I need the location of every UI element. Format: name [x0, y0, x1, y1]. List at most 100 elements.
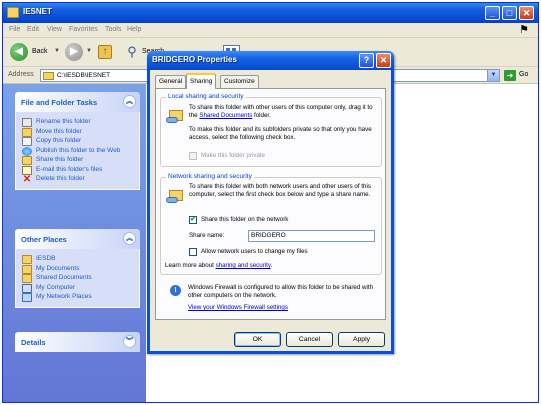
- back-button-label[interactable]: Back: [32, 48, 48, 55]
- tab-general[interactable]: General: [155, 75, 187, 88]
- dialog-title-bar[interactable]: BRIDGERO Properties ? ✕: [147, 51, 394, 70]
- shared-documents-link[interactable]: Shared Documents: [199, 112, 252, 119]
- folder-icon: [43, 72, 54, 80]
- details-panel: Details ︾: [15, 332, 140, 352]
- forward-history-dropdown-icon[interactable]: ▼: [86, 48, 92, 54]
- collapse-chevron-icon[interactable]: ︽: [123, 95, 136, 108]
- tab-customize[interactable]: Customize: [220, 75, 259, 88]
- file-folder-tasks-panel: File and Folder Tasks ︽ Rename this fold…: [15, 92, 140, 190]
- ok-button[interactable]: OK: [234, 332, 281, 347]
- menu-file[interactable]: File: [9, 26, 20, 33]
- panel-header[interactable]: File and Folder Tasks ︽: [15, 92, 140, 112]
- back-history-dropdown-icon[interactable]: ▼: [54, 48, 60, 54]
- local-sharing-group: Local sharing and security To share this…: [160, 93, 382, 167]
- text-part: .: [270, 262, 273, 269]
- allow-change-label: Allow network users to change my files: [201, 248, 308, 255]
- address-label: Address: [8, 71, 34, 78]
- panel-header[interactable]: Other Places ︽: [15, 229, 140, 249]
- apply-button[interactable]: Apply: [338, 332, 385, 347]
- sharing-security-link[interactable]: sharing and security: [216, 262, 271, 269]
- private-folder-text: To make this folder and its subfolders p…: [189, 126, 372, 141]
- place-my-computer[interactable]: My Computer: [22, 283, 133, 293]
- group-title: Network sharing and security: [166, 173, 254, 180]
- text-part: Learn more about: [165, 262, 216, 269]
- rename-icon: [22, 118, 32, 127]
- place-label: My Network Places: [36, 293, 92, 300]
- place-shared-documents[interactable]: Shared Documents: [22, 274, 133, 283]
- shared-folder-icon: [166, 106, 186, 124]
- panel-title: Other Places: [21, 235, 67, 244]
- sharing-tab-panel: Local sharing and security To share this…: [155, 88, 386, 320]
- my-documents-icon: [22, 264, 32, 274]
- shared-documents-icon: [22, 274, 32, 283]
- task-delete-folder[interactable]: ✕ Delete this folder: [22, 174, 133, 185]
- group-title: Local sharing and security: [166, 93, 246, 100]
- folder-up-icon[interactable]: ↑: [98, 45, 112, 59]
- folder-icon: [7, 7, 19, 18]
- allow-change-checkbox[interactable]: [189, 248, 197, 256]
- share-on-network-checkbox[interactable]: ✔: [189, 216, 197, 224]
- copy-icon: [22, 137, 32, 146]
- task-move-folder[interactable]: Move this folder: [22, 127, 133, 137]
- address-dropdown-icon[interactable]: ▼: [487, 70, 499, 81]
- explorer-title-bar[interactable]: IESNET _ □ ✕: [3, 3, 538, 23]
- close-button[interactable]: ✕: [519, 6, 534, 20]
- maximize-button[interactable]: □: [502, 6, 517, 20]
- menu-edit[interactable]: Edit: [27, 26, 39, 33]
- menu-tools[interactable]: Tools: [105, 26, 121, 33]
- task-label: Publish this folder to the Web: [36, 146, 121, 154]
- share-name-label: Share name:: [189, 232, 225, 239]
- task-pane: File and Folder Tasks ︽ Rename this fold…: [3, 84, 146, 402]
- network-sharing-text: To share this folder with both network u…: [189, 183, 371, 198]
- task-copy-folder[interactable]: Copy this folder: [22, 137, 133, 146]
- folder-icon: [22, 255, 32, 264]
- minimize-button[interactable]: _: [485, 6, 500, 20]
- windows-logo-icon: ⚑: [519, 24, 529, 36]
- task-share-folder[interactable]: Share this folder: [22, 156, 133, 165]
- panel-title: File and Folder Tasks: [21, 98, 98, 107]
- place-my-network-places[interactable]: My Network Places: [22, 293, 133, 302]
- place-iesdb[interactable]: IESDB: [22, 255, 133, 264]
- task-label: Share this folder: [36, 156, 84, 163]
- tab-sharing[interactable]: Sharing: [186, 73, 217, 89]
- task-label: Copy this folder: [36, 137, 82, 144]
- other-places-panel: Other Places ︽ IESDB My Documents Shared…: [15, 229, 140, 308]
- firewall-settings-link[interactable]: View your Windows Firewall settings: [188, 304, 288, 312]
- task-rename-folder[interactable]: Rename this folder: [22, 118, 133, 127]
- go-arrow-icon[interactable]: ➜: [504, 70, 516, 81]
- task-publish-web[interactable]: Publish this folder to the Web: [22, 146, 133, 156]
- search-icon[interactable]: ⚲: [124, 44, 140, 60]
- local-sharing-text: To share this folder with other users of…: [189, 104, 379, 119]
- dialog-close-button[interactable]: ✕: [376, 53, 391, 68]
- make-private-checkbox[interactable]: [189, 152, 197, 160]
- place-label: My Documents: [36, 264, 80, 272]
- panel-header[interactable]: Details ︾: [15, 332, 140, 352]
- cancel-button[interactable]: Cancel: [286, 332, 333, 347]
- place-my-documents[interactable]: My Documents: [22, 264, 133, 274]
- expand-chevron-icon[interactable]: ︾: [123, 335, 136, 348]
- back-arrow-icon[interactable]: ◀: [10, 43, 28, 61]
- menu-view[interactable]: View: [47, 26, 62, 33]
- collapse-chevron-icon[interactable]: ︽: [123, 232, 136, 245]
- go-button-label[interactable]: Go: [519, 71, 528, 78]
- share-name-input[interactable]: BRIDGERO: [248, 230, 375, 242]
- forward-arrow-icon[interactable]: ▶: [65, 43, 83, 61]
- address-value: C:\IESDB\IESNET: [57, 72, 111, 79]
- web-publish-icon: [22, 146, 32, 156]
- window-title: IESNET: [23, 7, 52, 16]
- network-places-icon: [22, 293, 32, 302]
- network-share-icon: [166, 186, 186, 204]
- properties-dialog: BRIDGERO Properties ? ✕ General Sharing …: [147, 51, 394, 354]
- delete-x-icon: ✕: [22, 174, 32, 185]
- firewall-text: Windows Firewall is configured to allow …: [188, 284, 374, 299]
- task-email-files[interactable]: E-mail this folder's files: [22, 165, 133, 175]
- place-label: IESDB: [36, 255, 56, 262]
- network-sharing-group: Network sharing and security To share th…: [160, 173, 382, 275]
- menu-favorites[interactable]: Favorites: [69, 26, 98, 33]
- move-folder-icon: [22, 127, 32, 137]
- share-on-network-label: Share this folder on the network: [201, 216, 289, 223]
- help-button[interactable]: ?: [359, 53, 374, 68]
- place-label: My Computer: [36, 283, 76, 291]
- menu-help[interactable]: Help: [127, 26, 141, 33]
- make-private-label: Make this folder private: [201, 152, 265, 159]
